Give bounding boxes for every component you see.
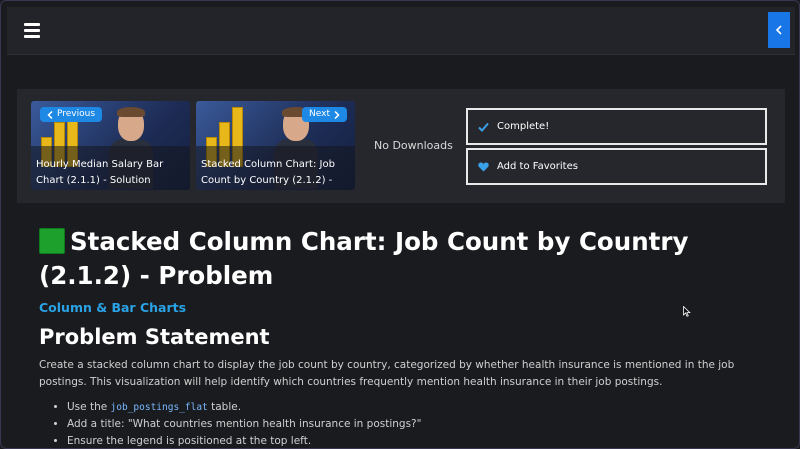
app-frame: Previous Hourly Median Salary Bar Chart … [0, 0, 800, 449]
problem-description: Create a stacked column chart to display… [39, 359, 735, 388]
add-to-favorites-button[interactable]: Add to Favorites [466, 148, 767, 185]
mouse-cursor-icon [683, 306, 691, 317]
favorites-label: Add to Favorites [497, 161, 578, 172]
sidebar-collapse-button[interactable] [768, 12, 790, 48]
heart-icon [478, 162, 489, 171]
mark-complete-button[interactable]: Complete! [466, 108, 767, 145]
green-square-icon [39, 228, 65, 254]
complete-label: Complete! [497, 121, 550, 132]
page-title: Stacked Column Chart: Job Count by Count… [39, 225, 779, 293]
table-name-code: job_postings_flat [110, 402, 208, 413]
chevron-left-icon [775, 25, 782, 35]
page-title-text: Stacked Column Chart: Job Count by Count… [39, 227, 689, 290]
next-button[interactable]: Next [302, 107, 347, 122]
chevron-right-icon [334, 110, 340, 119]
downloads-status: No Downloads [374, 139, 453, 152]
previous-label: Previous [57, 109, 96, 119]
chevron-left-icon [47, 110, 53, 119]
top-bar [7, 7, 795, 55]
checkmark-icon [478, 122, 489, 132]
list-item: Add a title: "What countries mention hea… [67, 416, 779, 433]
next-label: Next [309, 109, 330, 119]
previous-lesson-title: Hourly Median Salary Bar Chart (2.1.1) -… [36, 159, 164, 186]
lesson-content: Stacked Column Chart: Job Count by Count… [39, 225, 779, 448]
previous-button[interactable]: Previous [40, 107, 103, 122]
hamburger-menu-icon[interactable] [24, 23, 40, 38]
list-item: Use the job_postings_flat table. [67, 399, 779, 416]
requirements-list: Use the job_postings_flat table. Add a t… [67, 399, 779, 448]
lesson-navigation-panel: Previous Hourly Median Salary Bar Chart … [17, 89, 785, 203]
next-lesson-card[interactable]: Next Stacked Column Chart: Job Count by … [196, 101, 355, 190]
list-item: Ensure the legend is positioned at the t… [67, 433, 779, 448]
section-heading: Problem Statement [39, 325, 270, 349]
category-link[interactable]: Column & Bar Charts [39, 299, 779, 317]
previous-lesson-card[interactable]: Previous Hourly Median Salary Bar Chart … [31, 101, 190, 190]
next-lesson-title: Stacked Column Chart: Job Count by Count… [201, 159, 335, 186]
